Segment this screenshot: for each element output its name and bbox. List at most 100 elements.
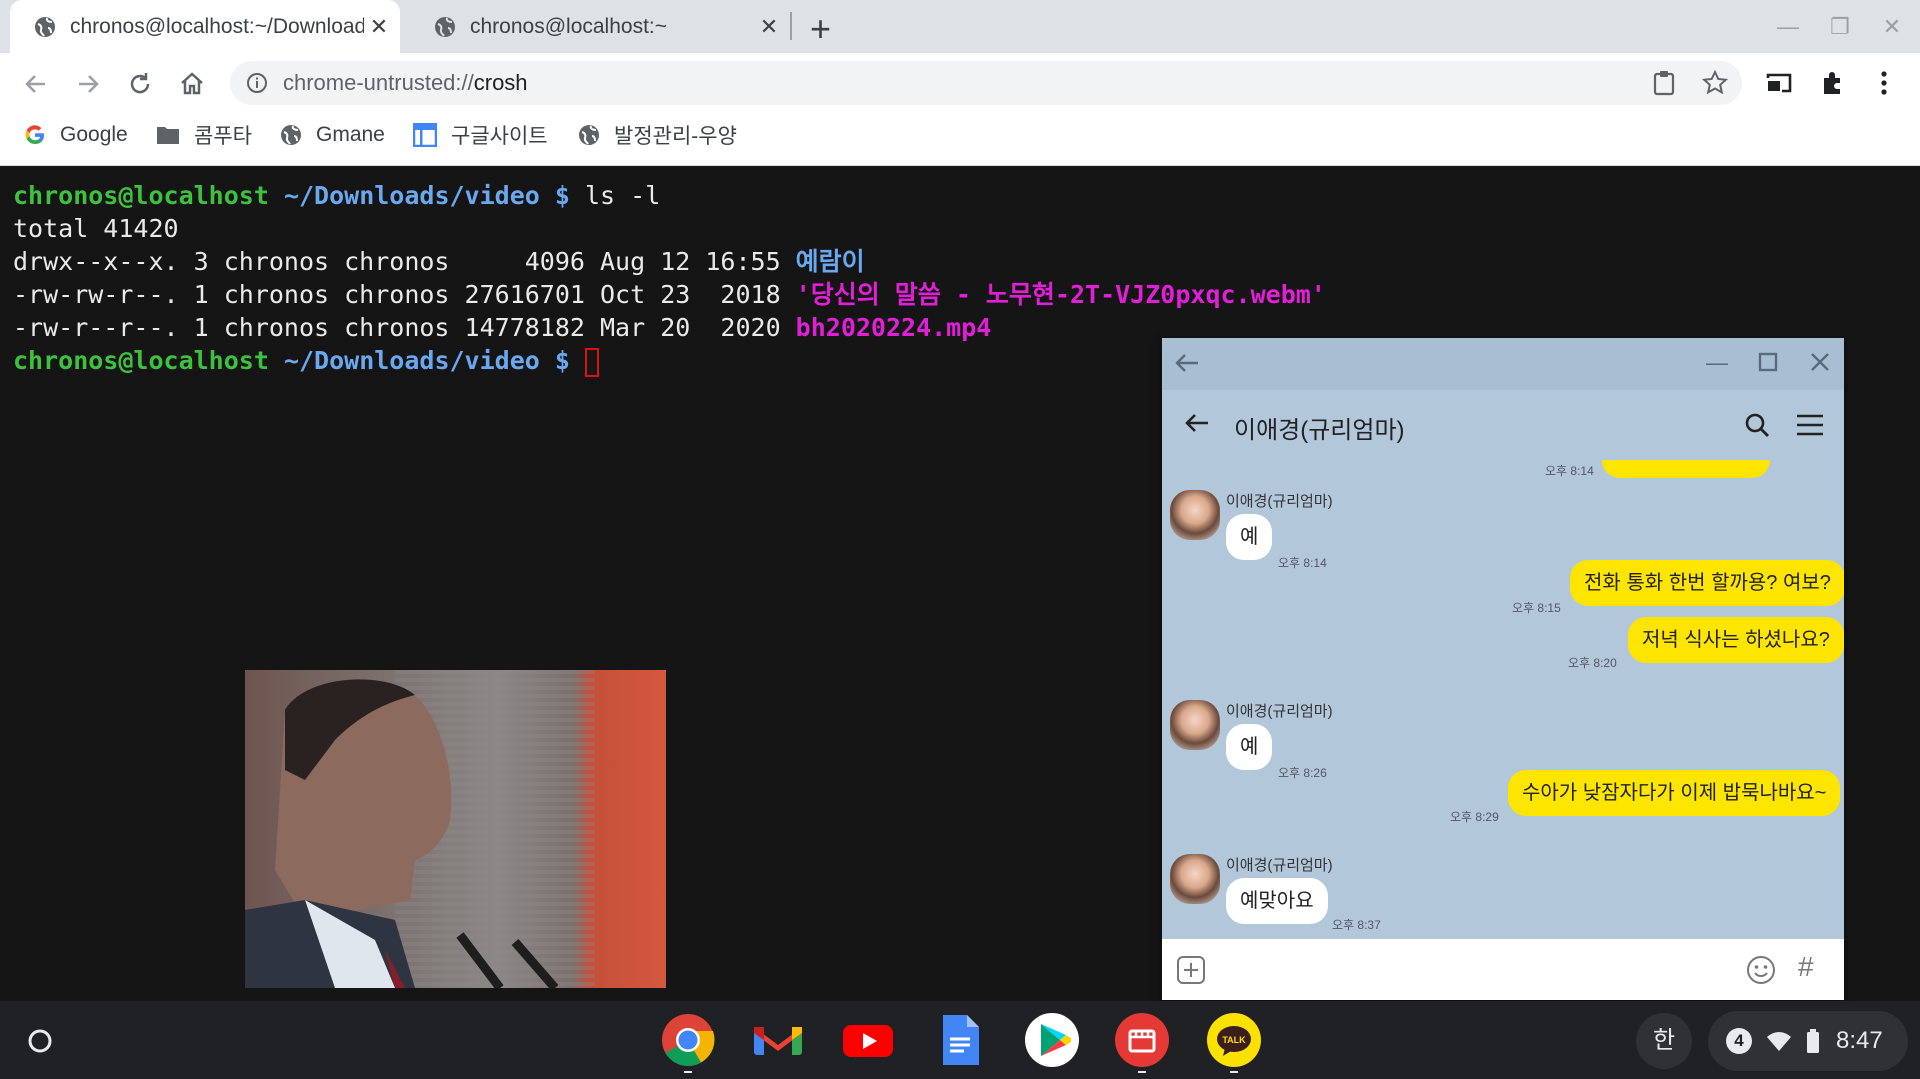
back-button[interactable] xyxy=(18,66,54,102)
terminal-line: -rw-rw-r--. 1 chronos chronos 27616701 O… xyxy=(13,278,1326,311)
clipboard-icon[interactable] xyxy=(1652,70,1676,96)
bookmark-google[interactable]: Google xyxy=(24,118,128,152)
terminal-line: -rw-r--r--. 1 chronos chronos 14778182 M… xyxy=(13,311,991,344)
video-player[interactable] xyxy=(245,670,666,988)
file-name: bh2020224.mp4 xyxy=(795,313,992,342)
battery-icon xyxy=(1806,1029,1820,1053)
tab-home[interactable]: chronos@localhost:~ ✕ xyxy=(410,0,790,53)
message-bubble-received[interactable]: 예맞아요 xyxy=(1226,878,1328,924)
home-icon xyxy=(181,72,203,95)
prompt-symbol: $ xyxy=(554,181,570,210)
status-tray[interactable]: 4 8:47 xyxy=(1708,1011,1908,1071)
forward-button[interactable] xyxy=(70,66,106,102)
file-name: 예람이 xyxy=(795,247,865,276)
kakao-close-button[interactable] xyxy=(1810,352,1830,372)
message-bubble-received[interactable]: 예 xyxy=(1226,514,1273,560)
launcher-circle-icon xyxy=(28,1029,52,1053)
bookmark-label: 구글사이트 xyxy=(451,125,548,148)
terminal-line: total 41420 xyxy=(13,214,179,243)
terminal-line: chronos@localhost ~/Downloads/video $ ls… xyxy=(13,179,660,212)
bookmark-label: Gmane xyxy=(316,123,385,146)
search-icon[interactable] xyxy=(1744,412,1770,438)
avatar[interactable] xyxy=(1170,490,1220,540)
chat-contact-name: 이애경(규리엄마) xyxy=(1234,417,1405,444)
bookmark-label: 발정관리-우양 xyxy=(614,125,737,148)
tab-separator xyxy=(790,12,792,40)
youtube-icon[interactable] xyxy=(841,1013,895,1067)
wifi-icon xyxy=(1766,1030,1792,1052)
globe-icon xyxy=(280,124,302,146)
video-player-icon[interactable] xyxy=(1115,1013,1169,1067)
kakao-minimize-button[interactable]: — xyxy=(1706,350,1728,376)
message-bubble-sent[interactable] xyxy=(1602,460,1770,478)
terminal-cursor xyxy=(585,347,599,377)
close-window-button[interactable]: ✕ xyxy=(1872,10,1912,44)
url-scheme: chrome-untrusted:// xyxy=(283,70,474,95)
cast-icon[interactable] xyxy=(1766,72,1792,94)
message-bubble-sent[interactable]: 전화 통화 한번 할까용? 여보? xyxy=(1570,560,1844,606)
prompt-user: chronos@localhost xyxy=(13,346,269,375)
hashtag-search-button[interactable]: # xyxy=(1798,951,1814,983)
message-time: 오후 8:29 xyxy=(1450,810,1499,824)
message-time: 오후 8:26 xyxy=(1278,766,1327,780)
kakao-maximize-button[interactable] xyxy=(1758,352,1778,372)
gmail-icon[interactable] xyxy=(751,1013,805,1067)
ime-indicator[interactable]: 한 xyxy=(1636,1013,1692,1069)
message-input-bar[interactable]: # xyxy=(1162,939,1844,1000)
prompt-user: chronos@localhost xyxy=(13,181,269,210)
reload-button[interactable] xyxy=(122,66,158,102)
video-frame xyxy=(245,670,595,988)
message-time: 오후 8:14 xyxy=(1278,556,1327,570)
extensions-icon[interactable] xyxy=(1820,70,1846,96)
home-button[interactable] xyxy=(174,66,210,102)
globe-icon xyxy=(578,124,600,146)
terminal-line: drwx--x--x. 3 chronos chronos 4096 Aug 1… xyxy=(13,245,865,278)
docs-icon[interactable] xyxy=(933,1013,987,1067)
kakao-back-icon[interactable] xyxy=(1174,352,1200,374)
google-icon xyxy=(24,124,46,146)
avatar[interactable] xyxy=(1170,854,1220,904)
bookmark-gmane[interactable]: Gmane xyxy=(280,118,385,152)
close-icon[interactable]: ✕ xyxy=(364,14,394,40)
play-store-icon[interactable] xyxy=(1025,1013,1079,1067)
minimize-button[interactable]: — xyxy=(1768,10,1808,44)
restore-button[interactable]: ❐ xyxy=(1820,10,1860,44)
message-bubble-sent[interactable]: 저녁 식사는 하셨나요? xyxy=(1628,617,1844,663)
message-bubble-received[interactable]: 예 xyxy=(1226,724,1273,770)
running-indicator xyxy=(1230,1071,1238,1073)
url-host: crosh xyxy=(473,70,528,95)
info-icon[interactable] xyxy=(246,72,268,94)
prompt-symbol: $ xyxy=(554,346,570,375)
file-meta: -rw-rw-r--. 1 chronos chronos 27616701 O… xyxy=(13,280,796,309)
message-bubble-sent[interactable]: 수아가 낮잠자다가 이제 밥묵나바요~ xyxy=(1508,770,1841,816)
notification-count[interactable]: 4 xyxy=(1726,1028,1752,1054)
menu-icon[interactable] xyxy=(1796,414,1824,436)
bookmark-folder[interactable]: 콤푸타 xyxy=(156,118,252,152)
new-tab-button[interactable]: + xyxy=(810,8,831,50)
avatar[interactable] xyxy=(1170,700,1220,750)
launcher-button[interactable] xyxy=(16,1017,64,1065)
file-meta: drwx--x--x. 3 chronos chronos 4096 Aug 1… xyxy=(13,247,796,276)
file-meta: -rw-r--r--. 1 chronos chronos 14778182 M… xyxy=(13,313,796,342)
bookmark-breeding[interactable]: 발정관리-우양 xyxy=(578,118,737,152)
add-attachment-icon[interactable] xyxy=(1176,955,1206,985)
tab-title: chronos@localhost:~/Downloads/video xyxy=(70,14,364,38)
chrome-icon[interactable] xyxy=(661,1013,715,1067)
running-indicator xyxy=(684,1071,692,1073)
close-icon[interactable]: ✕ xyxy=(754,14,784,40)
menu-dots-icon[interactable] xyxy=(1874,70,1894,96)
kakaotalk-icon[interactable]: TALK xyxy=(1207,1013,1261,1067)
bookmark-star-icon[interactable] xyxy=(1702,70,1728,96)
chat-messages[interactable]: 오후 8:14 이애경(규리엄마) 예 오후 8:14 오후 8:15 전화 통… xyxy=(1162,460,1844,939)
bookmark-label: 콤푸타 xyxy=(194,125,252,148)
arrow-left-icon xyxy=(25,75,45,93)
globe-icon xyxy=(34,16,56,38)
message-time: 오후 8:37 xyxy=(1332,918,1381,932)
tab-downloads[interactable]: chronos@localhost:~/Downloads/video ✕ xyxy=(10,0,400,53)
globe-icon xyxy=(434,16,456,38)
emoticon-icon[interactable] xyxy=(1746,955,1776,985)
bookmark-sites[interactable]: 구글사이트 xyxy=(413,118,548,152)
url-text[interactable]: chrome-untrusted://crosh xyxy=(283,70,528,96)
chat-back-icon[interactable] xyxy=(1184,412,1210,434)
kakao-titlebar xyxy=(1162,338,1844,390)
